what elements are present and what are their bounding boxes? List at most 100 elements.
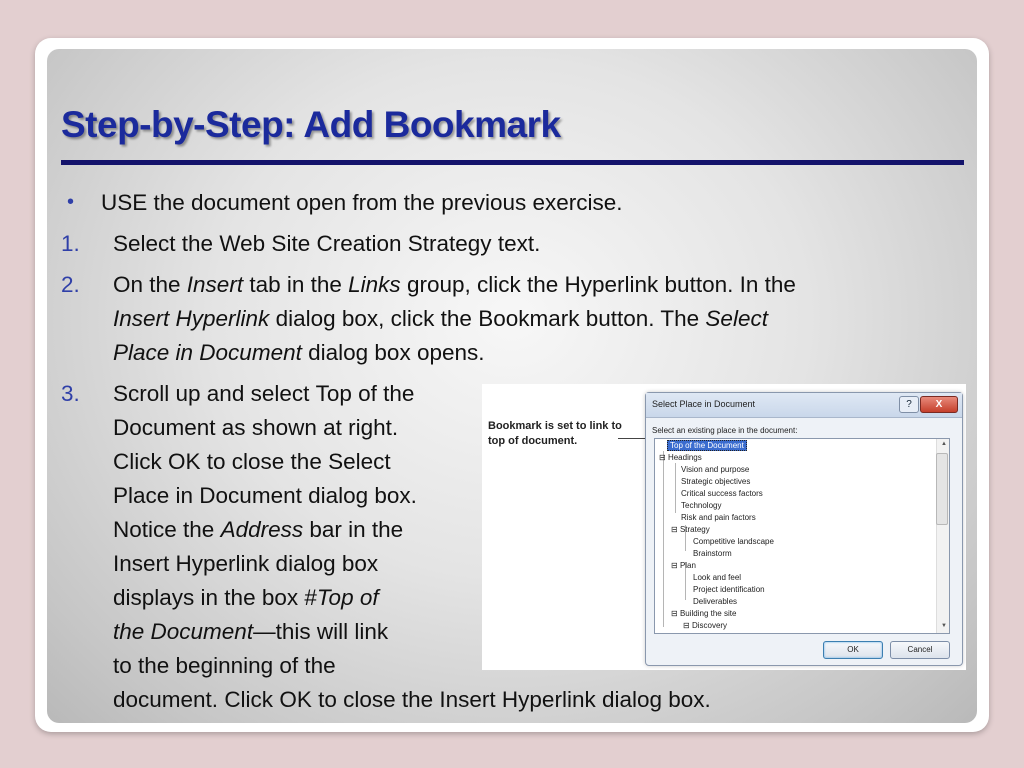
step-2-text-f: Hyperlink: [564, 272, 659, 297]
select-place-dialog: Select Place in Document ? X Select an e…: [645, 392, 963, 666]
scroll-up-arrow-icon[interactable]: ▲: [941, 441, 947, 447]
step-3-text-g: to close the Select: [200, 449, 391, 474]
step-3-text-b: Top of the: [315, 381, 415, 406]
step-3-line-6: Insert Hyperlink dialog box: [113, 551, 379, 576]
dialog-titlebar: Select Place in Document ? X: [646, 393, 962, 418]
ok-button[interactable]: OK: [823, 641, 883, 659]
tree-item-label: Discovery: [691, 621, 728, 630]
step-3-text-j: bar in the: [303, 517, 404, 542]
step-1-number: 1.: [61, 231, 80, 256]
scroll-down-arrow-icon[interactable]: ▼: [941, 623, 947, 629]
tree-item-objectives[interactable]: Strategic objectives: [681, 476, 750, 487]
step-2-text-b: Insert: [186, 272, 244, 297]
step-3-line-2: Document as shown at right.: [113, 411, 398, 445]
step-2-text-i: dialog box, click the: [269, 306, 479, 331]
tree-item-label: Risk and pain factors: [681, 513, 756, 522]
step-3-number: 3.: [61, 381, 80, 406]
tree-item-brainstorm[interactable]: Brainstorm: [693, 548, 732, 559]
tree-guide-headings: [675, 463, 676, 513]
step-2-text-k: button. The: [579, 306, 706, 331]
dialog-title: Select Place in Document: [652, 399, 756, 409]
step-2-text-e: group, click the: [400, 272, 565, 297]
step-1-text-a: Select the: [113, 231, 220, 256]
step-2-text-a: On the: [113, 272, 187, 297]
step-1-line: Select the Web Site Creation Strategy te…: [113, 227, 540, 261]
cancel-button[interactable]: Cancel: [890, 641, 950, 659]
tree-item-risk[interactable]: Risk and pain factors: [681, 512, 756, 523]
step-3-line-10: document. Click OK to close the Insert H…: [113, 683, 711, 717]
scroll-thumb[interactable]: [936, 453, 948, 525]
step-3-line-8: the Document—this will link: [113, 615, 388, 649]
step-1-text-c: text.: [491, 231, 541, 256]
close-button[interactable]: X: [920, 396, 958, 413]
document-tree[interactable]: Top of the Document ⊟ Headings Vision an…: [654, 438, 950, 634]
tree-item-vision[interactable]: Vision and purpose: [681, 464, 749, 475]
tree-guide-root: [663, 451, 664, 627]
step-3-text-h: Notice the: [113, 517, 221, 542]
tree-item-label: Critical success factors: [681, 489, 763, 498]
step-3-line-4: Place in Document dialog box.: [113, 483, 417, 508]
step-2-text-d: Links: [348, 272, 401, 297]
bullet-text: the document open from the previous exer…: [147, 190, 623, 215]
step-3-text-a: Scroll up and select: [113, 381, 316, 406]
step-3-line-5: Notice the Address bar in the: [113, 513, 403, 547]
step-3-text-i: Address: [220, 517, 304, 542]
step-3-text-e: Click: [113, 449, 168, 474]
step-3-text-k: displays in the box #: [113, 585, 317, 610]
step-3-text-o: document. Click: [113, 687, 280, 712]
tree-item-label: Top of the Document: [667, 440, 747, 451]
tree-item-label: Technology: [681, 501, 722, 510]
tree-item-project-id[interactable]: Project identification: [693, 584, 765, 595]
tree-item-label: Deliverables: [693, 597, 738, 606]
tree-item-strategy[interactable]: ⊟ Strategy: [671, 524, 710, 535]
tree-item-label: Headings: [667, 453, 702, 462]
step-3-line-3: Click OK to close the Select: [113, 445, 391, 479]
step-2-text-m: Place in Document: [113, 340, 302, 365]
tree-item-label: Plan: [679, 561, 696, 570]
step-3-text-n: —this will link: [253, 619, 389, 644]
step-2-text-n: dialog box opens.: [301, 340, 485, 365]
step-3-line-1: Scroll up and select Top of the: [113, 377, 414, 411]
tree-item-label: Brainstorm: [693, 549, 732, 558]
tree-item-deliverables[interactable]: Deliverables: [693, 596, 737, 607]
step-3-text-c: Document: [113, 415, 216, 440]
callout-text: Bookmark is set to link to top of docume…: [488, 420, 622, 447]
tree-item-technology[interactable]: Technology: [681, 500, 721, 511]
tree-item-competitive[interactable]: Competitive landscape: [693, 536, 774, 547]
step-3-line-7: displays in the box #Top of: [113, 581, 379, 615]
tree-scrollbar[interactable]: ▲ ▼: [936, 439, 949, 633]
step-2-text-l: Select: [705, 306, 768, 331]
tree-item-discovery[interactable]: ⊟ Discovery: [683, 620, 727, 631]
tree-item-headings[interactable]: ⊟ Headings: [659, 452, 702, 463]
step-2-line-2: Insert Hyperlink dialog box, click the B…: [113, 302, 768, 336]
step-3-text-d: as shown at right.: [215, 415, 399, 440]
slide: Step-by-Step: Add Bookmark • USE the doc…: [47, 49, 977, 723]
step-2-number: 2.: [61, 272, 80, 297]
tree-item-plan[interactable]: ⊟ Plan: [671, 560, 696, 571]
step-1-text-b: Web Site Creation Strategy: [219, 231, 492, 256]
bullet-line: USE the document open from the previous …: [101, 186, 623, 220]
step-2-text-g: button. In the: [658, 272, 796, 297]
tree-item-top-of-document[interactable]: Top of the Document: [667, 440, 747, 451]
step-3-text-p: OK: [279, 687, 312, 712]
step-3-line-9: to the beginning of the: [113, 653, 336, 678]
step-2-line-1: On the Insert tab in the Links group, cl…: [113, 268, 796, 302]
tree-item-look-feel[interactable]: Look and feel: [693, 572, 741, 583]
tree-item-success-factors[interactable]: Critical success factors: [681, 488, 763, 499]
step-2-text-j: Bookmark: [478, 306, 580, 331]
bullet-bold: USE: [101, 190, 148, 215]
tree-item-label: Project identification: [693, 585, 765, 594]
tree-item-label: Building the site: [679, 609, 737, 618]
tree-item-label: Vision and purpose: [681, 465, 750, 474]
tree-item-label: Competitive landscape: [693, 537, 774, 546]
tree-label: Select an existing place in the document…: [652, 426, 798, 435]
step-2-text-c: tab in the: [243, 272, 349, 297]
step-3-text-q: to close the Insert Hyperlink dialog box…: [311, 687, 711, 712]
step-2-line-3: Place in Document dialog box opens.: [113, 336, 485, 370]
tree-item-label: Strategy: [679, 525, 710, 534]
step-3-text-m: the Document: [113, 619, 254, 644]
tree-item-label: Strategic objectives: [681, 477, 751, 486]
help-button[interactable]: ?: [899, 396, 919, 413]
tree-item-building[interactable]: ⊟ Building the site: [671, 608, 736, 619]
step-3-text-f: OK: [168, 449, 201, 474]
